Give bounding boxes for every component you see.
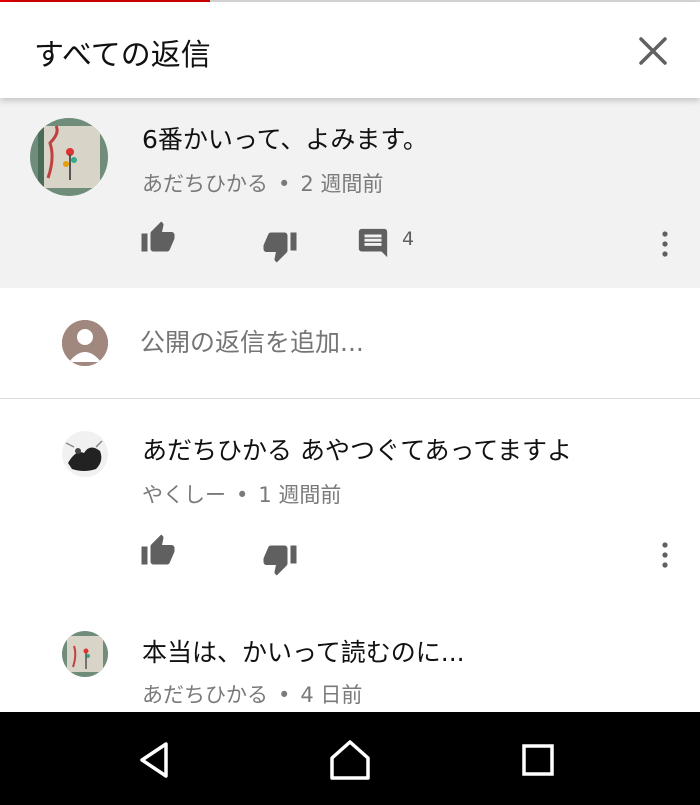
more-options-button[interactable] [655, 226, 675, 262]
recents-icon [522, 744, 554, 776]
avatar-image [62, 631, 108, 677]
avatar-image [62, 431, 108, 477]
comment-time: 1 週間前 [258, 483, 342, 507]
meta-separator: • [236, 483, 249, 507]
avatar[interactable] [30, 118, 108, 196]
dislike-button[interactable] [262, 541, 298, 577]
comment-meta: やくしー • 1 週間前 [142, 479, 341, 509]
replies-header: すべての返信 [0, 2, 700, 98]
page-title: すべての返信 [34, 38, 211, 73]
home-icon [330, 740, 370, 780]
reply-item: あだちひかる あやつぐてあってますよ やくしー • 1 週間前 [0, 399, 700, 609]
comment-author[interactable]: あだちひかる [142, 683, 268, 707]
thumb-down-icon [263, 232, 297, 263]
avatar [62, 320, 108, 366]
recents-button[interactable] [514, 736, 562, 784]
reply-item: 本当は、かいって読むのに... あだちひかる • 4 日前 [0, 609, 700, 712]
comment-icon [358, 228, 388, 258]
meta-separator: • [278, 683, 291, 707]
comment-text: 6番かいって、よみます。 [142, 125, 428, 154]
more-vert-icon [662, 542, 668, 568]
avatar-image [30, 118, 108, 196]
reply-count: 4 [402, 228, 415, 250]
comment-time: 4 日前 [300, 683, 363, 707]
comment-meta: あだちひかる • 2 週間前 [142, 168, 383, 198]
more-options-button[interactable] [655, 537, 675, 573]
comment-meta: あだちひかる • 4 日前 [142, 679, 362, 709]
comment-text: あだちひかる あやつぐてあってますよ [142, 436, 572, 465]
like-button[interactable] [140, 220, 176, 256]
back-icon [140, 742, 168, 778]
reply-input[interactable] [140, 328, 660, 357]
home-button[interactable] [326, 736, 374, 784]
close-button[interactable] [628, 26, 678, 76]
back-button[interactable] [132, 736, 180, 784]
more-vert-icon [662, 231, 668, 257]
thumb-up-icon [141, 534, 175, 565]
meta-separator: • [278, 172, 291, 196]
user-icon [62, 320, 108, 366]
system-navigation-bar [0, 712, 700, 805]
add-reply-row [0, 288, 700, 399]
comment-time: 2 週間前 [300, 172, 384, 196]
comment-author[interactable]: やくしー [142, 483, 226, 507]
avatar[interactable] [62, 631, 108, 677]
comment-author[interactable]: あだちひかる [142, 172, 268, 196]
dislike-button[interactable] [262, 228, 298, 264]
thumb-down-icon [263, 545, 297, 576]
reply-button[interactable] [356, 226, 392, 262]
close-icon [639, 37, 667, 65]
comment-text: 本当は、かいって読むのに... [142, 638, 465, 667]
like-button[interactable] [140, 533, 176, 569]
parent-comment: 6番かいって、よみます。 あだちひかる • 2 週間前 4 [0, 98, 700, 288]
avatar[interactable] [62, 431, 108, 477]
thumb-up-icon [141, 221, 175, 252]
